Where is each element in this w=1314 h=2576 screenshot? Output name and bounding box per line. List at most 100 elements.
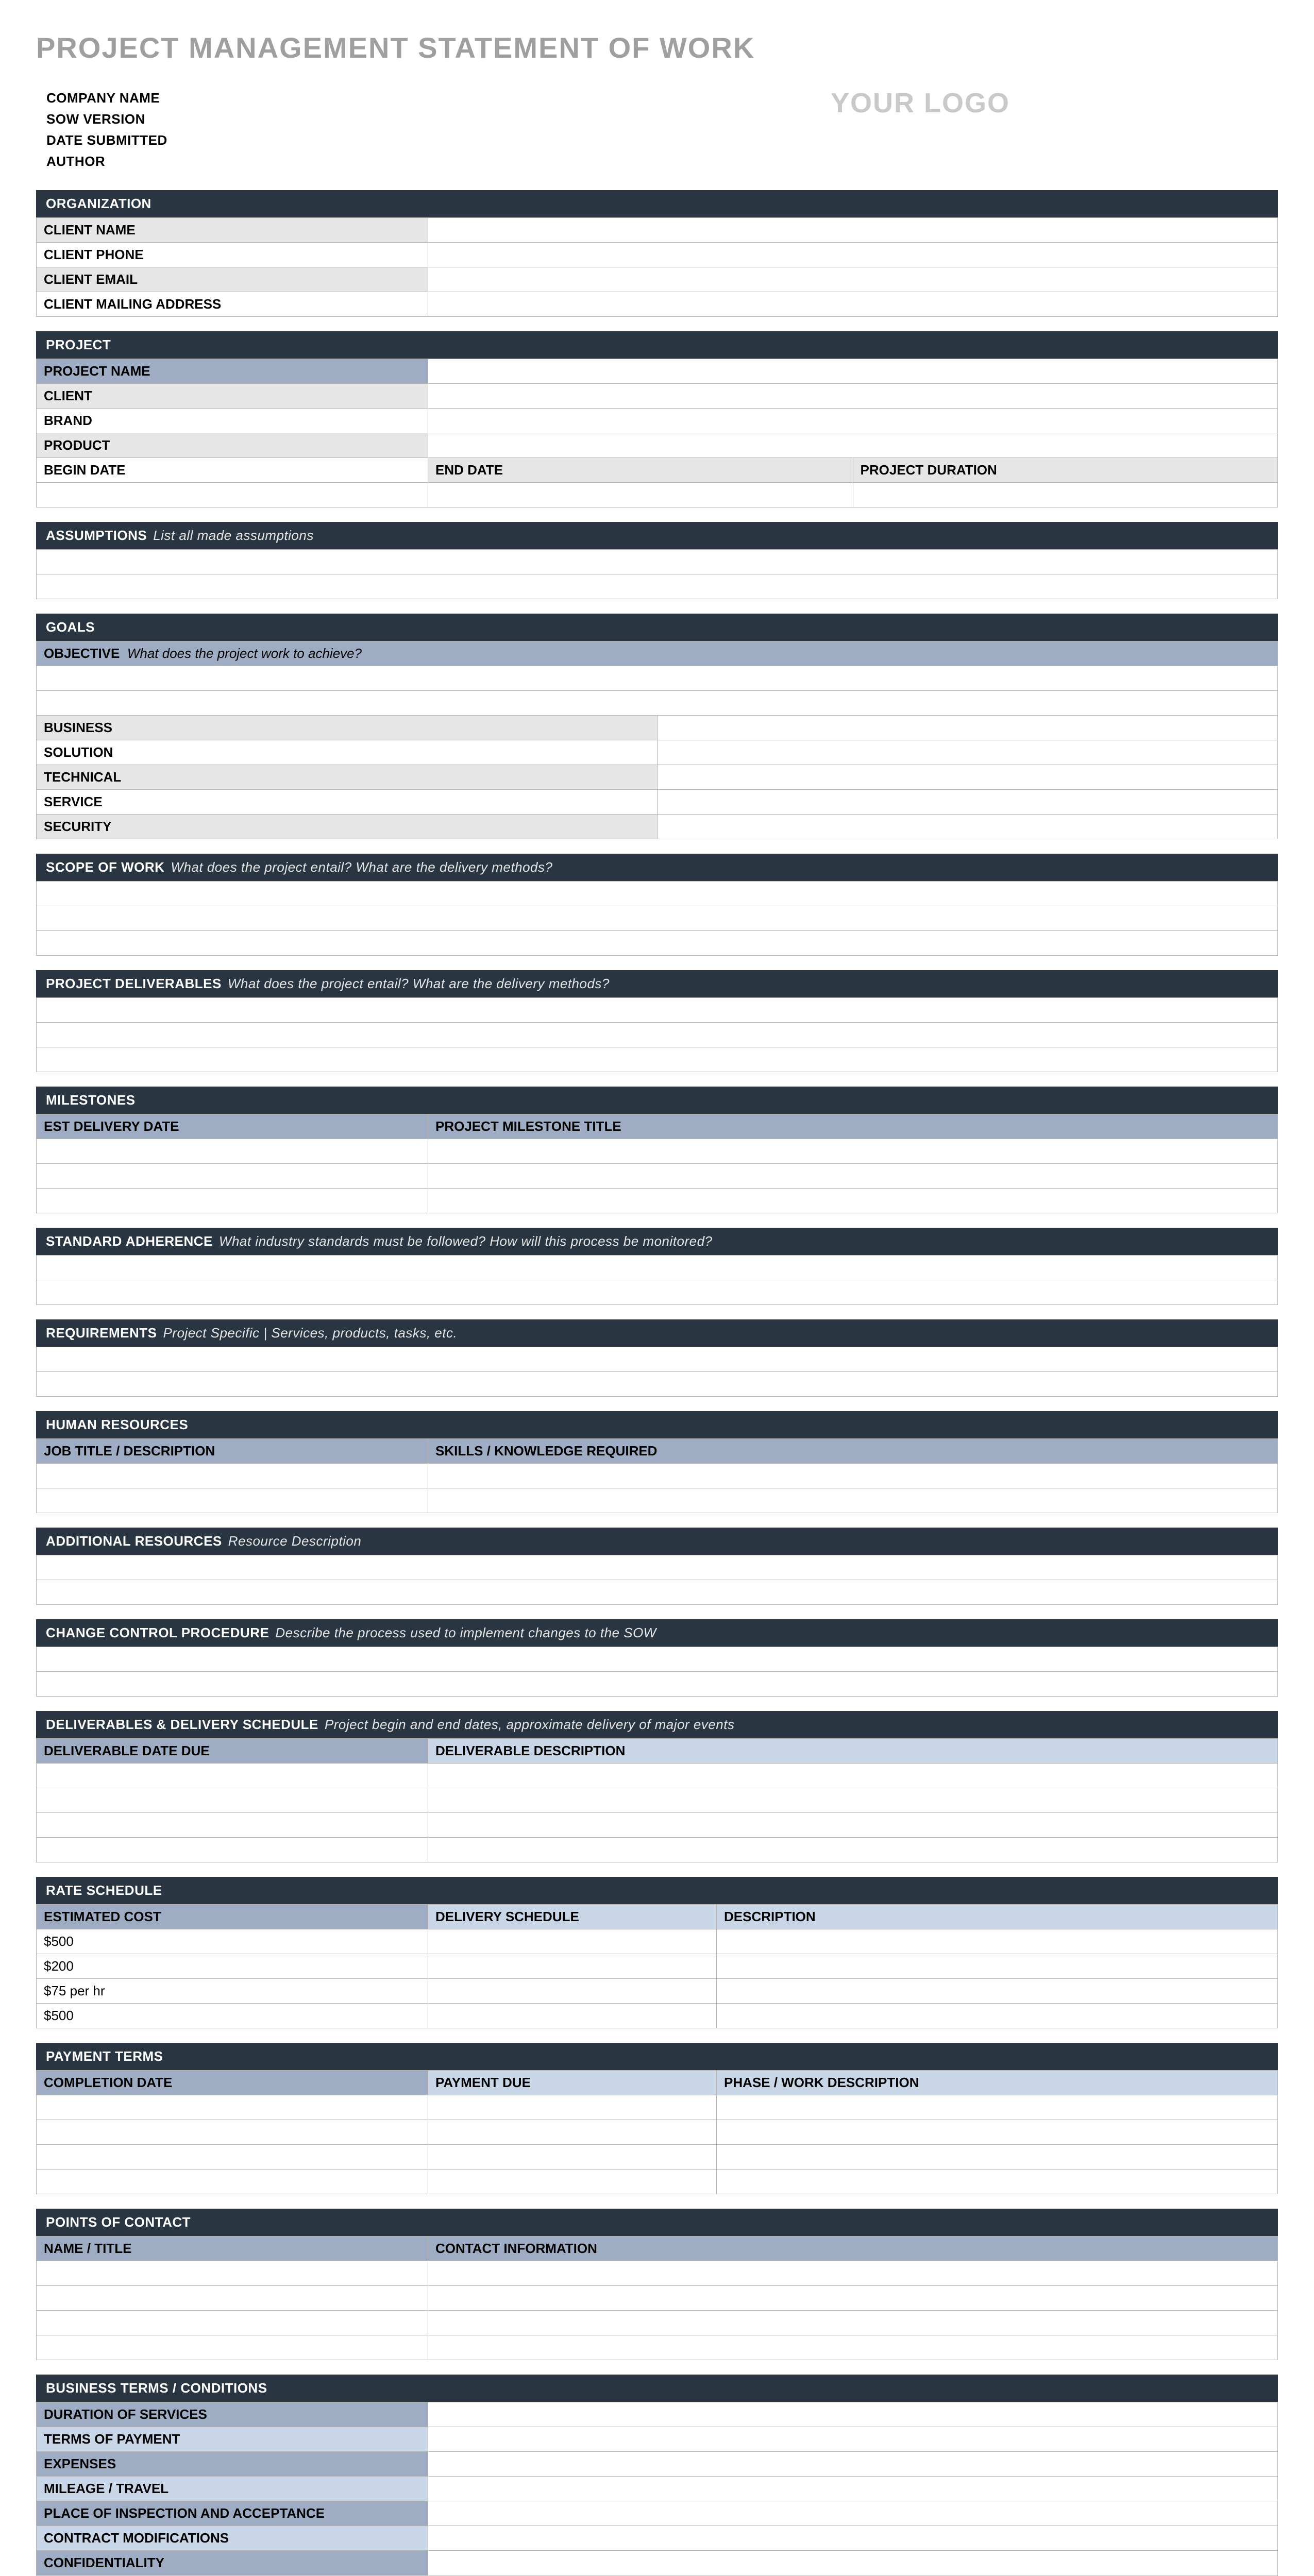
addres-row-1[interactable] (37, 1555, 1278, 1580)
contact-name-2[interactable] (37, 2286, 428, 2311)
rate-sched-1[interactable] (428, 1929, 717, 1954)
standards-row-2[interactable] (37, 1280, 1278, 1305)
delsched-desc-1[interactable] (428, 1764, 1278, 1788)
delsched-desc-2[interactable] (428, 1788, 1278, 1813)
org-client-email-value[interactable] (428, 267, 1278, 292)
change-row-1[interactable] (37, 1647, 1278, 1672)
change-row-2[interactable] (37, 1672, 1278, 1697)
project-name-value[interactable] (428, 359, 1278, 384)
delsched-date-1[interactable] (37, 1764, 428, 1788)
delsched-desc-3[interactable] (428, 1813, 1278, 1838)
rate-desc-2[interactable] (717, 1954, 1278, 1979)
project-product-value[interactable] (428, 433, 1278, 458)
payment-date-2[interactable] (37, 2120, 428, 2145)
payment-date-4[interactable] (37, 2170, 428, 2194)
bt-confidentiality-value[interactable] (428, 2551, 1278, 2575)
hr-job-2[interactable] (37, 1488, 428, 1513)
contact-info-4[interactable] (428, 2335, 1278, 2360)
bt-modifications-value[interactable] (428, 2526, 1278, 2551)
payment-phase-4[interactable] (717, 2170, 1278, 2194)
project-client-value[interactable] (428, 384, 1278, 409)
goals-business-value[interactable] (657, 716, 1278, 740)
contact-info-3[interactable] (428, 2311, 1278, 2335)
rate-desc-3[interactable] (717, 1979, 1278, 2004)
project-begin-date-value[interactable] (37, 483, 428, 507)
bt-expenses-value[interactable] (428, 2452, 1278, 2477)
standards-row-1[interactable] (37, 1256, 1278, 1280)
org-client-mailing-value[interactable] (428, 292, 1278, 317)
payment-due-2[interactable] (428, 2120, 717, 2145)
payment-due-1[interactable] (428, 2095, 717, 2120)
org-client-name-label: CLIENT NAME (37, 218, 428, 243)
scope-row-3[interactable] (37, 931, 1278, 956)
payment-phase-1[interactable] (717, 2095, 1278, 2120)
bt-duration-value[interactable] (428, 2402, 1278, 2427)
rate-cost-3[interactable]: $75 per hr (37, 1979, 428, 2004)
goals-business-label: BUSINESS (37, 716, 658, 740)
bt-mileage-value[interactable] (428, 2477, 1278, 2501)
delsched-date-3[interactable] (37, 1813, 428, 1838)
rate-sched-3[interactable] (428, 1979, 717, 2004)
goals-objective-value-2[interactable] (37, 691, 1278, 716)
milestone-date-1[interactable] (37, 1139, 428, 1164)
requirements-row-1[interactable] (37, 1347, 1278, 1372)
bt-terms-payment-label: TERMS OF PAYMENT (37, 2427, 428, 2452)
bt-terms-payment-value[interactable] (428, 2427, 1278, 2452)
rate-sched-4[interactable] (428, 2004, 717, 2028)
scope-row-1[interactable] (37, 882, 1278, 906)
deliverables-row-2[interactable] (37, 1023, 1278, 1047)
delsched-date-4[interactable] (37, 1838, 428, 1862)
assumptions-row-1[interactable] (37, 550, 1278, 574)
contact-name-1[interactable] (37, 2261, 428, 2286)
rate-sched-2[interactable] (428, 1954, 717, 1979)
rate-cost-2[interactable]: $200 (37, 1954, 428, 1979)
goals-technical-value[interactable] (657, 765, 1278, 790)
addres-row-2[interactable] (37, 1580, 1278, 1605)
project-brand-value[interactable] (428, 409, 1278, 433)
bt-inspection-value[interactable] (428, 2501, 1278, 2526)
payment-phase-2[interactable] (717, 2120, 1278, 2145)
scope-header: SCOPE OF WORKWhat does the project entai… (36, 854, 1278, 881)
contacts-col1: NAME / TITLE (37, 2236, 428, 2261)
section-scope: SCOPE OF WORKWhat does the project entai… (36, 854, 1278, 956)
deliverables-row-3[interactable] (37, 1047, 1278, 1072)
goals-service-value[interactable] (657, 790, 1278, 815)
payment-phase-3[interactable] (717, 2145, 1278, 2170)
delsched-desc-4[interactable] (428, 1838, 1278, 1862)
milestone-title-3[interactable] (428, 1189, 1278, 1213)
milestone-title-1[interactable] (428, 1139, 1278, 1164)
scope-row-2[interactable] (37, 906, 1278, 931)
hr-job-1[interactable] (37, 1464, 428, 1488)
contact-name-3[interactable] (37, 2311, 428, 2335)
goals-objective-value-1[interactable] (37, 666, 1278, 691)
deliverables-row-1[interactable] (37, 998, 1278, 1023)
contact-info-1[interactable] (428, 2261, 1278, 2286)
payment-date-1[interactable] (37, 2095, 428, 2120)
delsched-date-2[interactable] (37, 1788, 428, 1813)
payment-date-3[interactable] (37, 2145, 428, 2170)
rate-desc-1[interactable] (717, 1929, 1278, 1954)
payment-due-4[interactable] (428, 2170, 717, 2194)
rate-cost-4[interactable]: $500 (37, 2004, 428, 2028)
assumptions-row-2[interactable] (37, 574, 1278, 599)
project-duration-value[interactable] (853, 483, 1278, 507)
requirements-row-2[interactable] (37, 1372, 1278, 1397)
org-client-phone-value[interactable] (428, 243, 1278, 267)
rate-desc-4[interactable] (717, 2004, 1278, 2028)
milestone-date-2[interactable] (37, 1164, 428, 1189)
org-client-name-value[interactable] (428, 218, 1278, 243)
meta-sow-version: SOW VERSION (46, 111, 167, 127)
goals-security-value[interactable] (657, 815, 1278, 839)
contact-info-2[interactable] (428, 2286, 1278, 2311)
milestone-date-3[interactable] (37, 1189, 428, 1213)
project-end-date-value[interactable] (428, 483, 853, 507)
payment-due-3[interactable] (428, 2145, 717, 2170)
hr-skills-2[interactable] (428, 1488, 1278, 1513)
contact-name-4[interactable] (37, 2335, 428, 2360)
payment-col1: COMPLETION DATE (37, 2071, 428, 2095)
rate-cost-1[interactable]: $500 (37, 1929, 428, 1954)
hr-skills-1[interactable] (428, 1464, 1278, 1488)
milestone-title-2[interactable] (428, 1164, 1278, 1189)
project-duration-label: PROJECT DURATION (853, 458, 1278, 483)
goals-solution-value[interactable] (657, 740, 1278, 765)
